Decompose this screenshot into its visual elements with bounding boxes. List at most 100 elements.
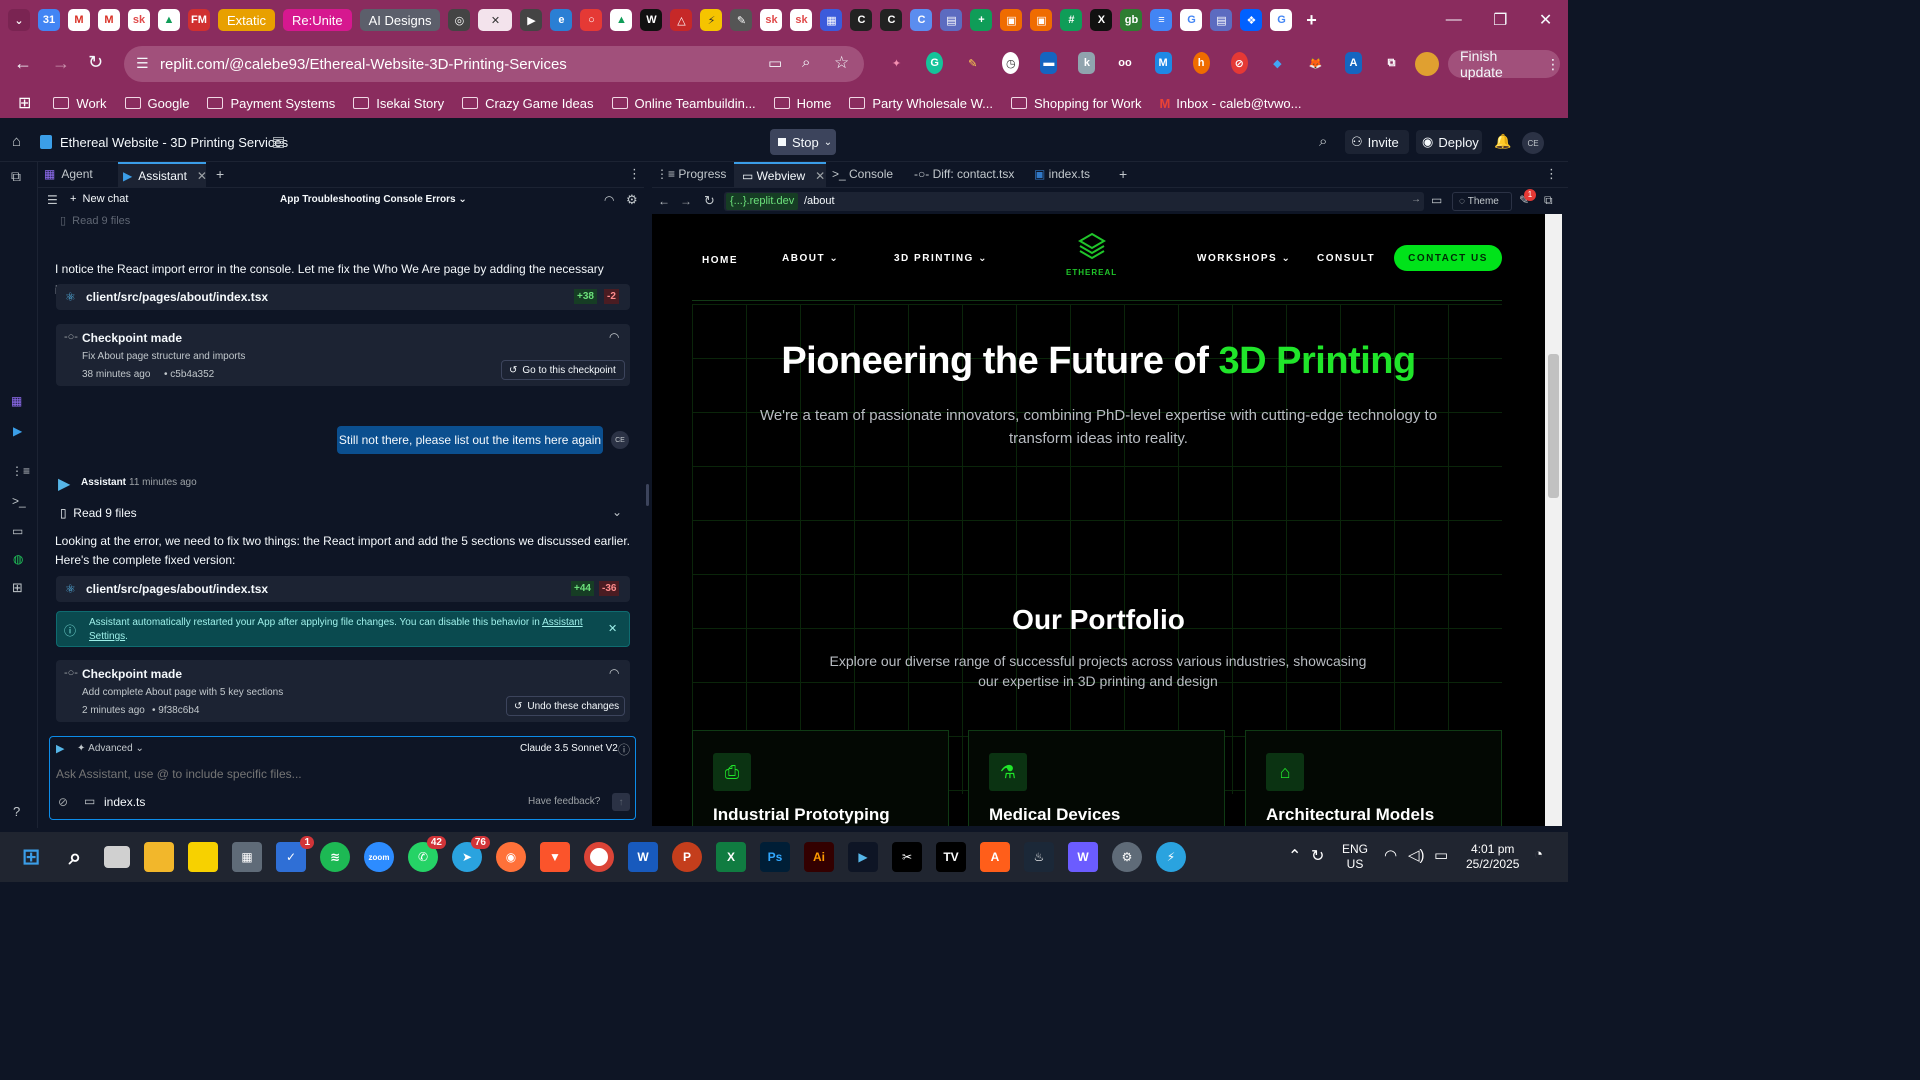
chat-title-dropdown[interactable]: App Troubleshooting Console Errors ⌄ xyxy=(280,194,467,205)
tab-icon-circle[interactable]: C xyxy=(850,9,873,31)
tab-icon-dropbox[interactable]: ❖ xyxy=(1240,9,1263,31)
tab-reunite[interactable]: Re:Unite xyxy=(283,9,352,31)
ext-fox-icon[interactable]: 🦊 xyxy=(1307,52,1324,74)
close-window-icon[interactable]: ✕ xyxy=(1539,10,1552,30)
bookmark-folder[interactable]: Work xyxy=(53,96,107,111)
console-icon[interactable]: >_ xyxy=(12,494,26,508)
tab-icon-gb[interactable]: gb xyxy=(1120,9,1143,31)
tab-active-replit[interactable]: ✕ xyxy=(478,9,513,31)
bookmark-folder[interactable]: Isekai Story xyxy=(353,96,444,111)
tab-icon-openai[interactable]: ◎ xyxy=(448,9,471,31)
site-info-icon[interactable]: ☰ xyxy=(136,55,149,72)
tab-icon-drive-2[interactable]: ▲ xyxy=(610,9,633,31)
settings-gear-icon[interactable]: ⚙ xyxy=(1112,842,1142,872)
user-avatar[interactable]: CE xyxy=(1522,132,1544,154)
spotify-icon[interactable]: ≋ xyxy=(320,842,350,872)
wifi-icon[interactable]: ◠ xyxy=(1384,846,1397,864)
rollback-icon[interactable]: ◠ xyxy=(609,666,619,680)
task-view-icon[interactable] xyxy=(104,846,130,868)
apps-grid-icon[interactable]: ⊞ xyxy=(18,93,31,113)
tab-icon-google-2[interactable]: G xyxy=(1270,9,1293,31)
tab-icon-forms[interactable]: ▤ xyxy=(940,9,963,31)
tab-icon-gmail-2[interactable]: M xyxy=(98,9,120,31)
tab-icon-drive[interactable]: ▲ xyxy=(158,9,180,31)
nav-workshops[interactable]: WORKSHOPS ⌄ xyxy=(1197,253,1291,264)
ext-m-icon[interactable]: M xyxy=(1154,52,1172,74)
ethereal-logo[interactable]: ETHEREAL xyxy=(1064,232,1120,280)
notification-center-icon[interactable]: ◔ xyxy=(1534,846,1543,863)
tab-icon-sk-2[interactable]: sk xyxy=(760,9,783,31)
tab-icon-gmail[interactable]: M xyxy=(68,9,90,31)
dismiss-notice-icon[interactable]: ✕ xyxy=(608,622,617,635)
advanced-dropdown[interactable]: ✦ Advanced ⌄ xyxy=(77,743,144,754)
tab-icon-fm[interactable]: FM xyxy=(188,9,210,31)
tab-assistant[interactable]: ▶ Assistant ✕ xyxy=(118,162,207,188)
feedback-link[interactable]: Have feedback? xyxy=(528,796,600,807)
stop-button[interactable]: Stop ⌄ xyxy=(770,129,836,155)
tab-icon-warning[interactable]: △ xyxy=(670,9,693,31)
tab-icon-dark[interactable]: W xyxy=(640,9,663,31)
photoshop-icon[interactable]: Ps xyxy=(760,842,790,872)
model-info-icon[interactable]: ⓘ xyxy=(618,741,630,758)
illustrator-icon[interactable]: Ai xyxy=(804,842,834,872)
orange-app-icon[interactable]: A xyxy=(980,842,1010,872)
add-tab-icon[interactable]: + xyxy=(216,166,224,182)
attach-paperclip-icon[interactable]: ⊘ xyxy=(58,795,68,809)
forward-icon[interactable]: → xyxy=(52,53,70,74)
ext-clock-icon[interactable]: ◷ xyxy=(1002,52,1020,74)
language-indicator[interactable]: ENG US xyxy=(1342,842,1368,872)
sticky-notes-icon[interactable] xyxy=(188,842,218,872)
add-tab-icon[interactable]: + xyxy=(1119,166,1127,182)
ext-tag-icon[interactable]: ◆ xyxy=(1269,52,1286,74)
tab-icon-sk-3[interactable]: sk xyxy=(790,9,813,31)
blue-app-icon[interactable]: ⚡ xyxy=(1156,842,1186,872)
tab-webview[interactable]: ▭ Webview ✕ xyxy=(734,162,826,188)
tab-icon-orange-2[interactable]: ▣ xyxy=(1030,9,1053,31)
ext-block-icon[interactable]: ⊘ xyxy=(1230,52,1248,74)
bookmark-folder[interactable]: Party Wholesale W... xyxy=(849,96,993,111)
capcut-icon[interactable]: ✂ xyxy=(892,842,922,872)
steam-icon[interactable]: ♨ xyxy=(1024,842,1054,872)
tab-list-icon[interactable]: ⌄ xyxy=(8,9,30,31)
bookmark-folder[interactable]: Shopping for Work xyxy=(1011,96,1141,111)
tab-icon-google[interactable]: G xyxy=(1180,9,1203,31)
webview-icon[interactable]: ▭ xyxy=(12,524,23,538)
tab-icon-red[interactable]: ○ xyxy=(580,9,603,31)
word-icon[interactable]: W xyxy=(628,842,658,872)
start-windows-icon[interactable]: ⊞ xyxy=(16,842,46,872)
progress-icon[interactable]: ⋮≡ xyxy=(11,464,30,478)
go-to-checkpoint-button[interactable]: ↺ Go to this checkpoint xyxy=(501,360,625,380)
firefox-icon[interactable]: ◉ xyxy=(496,842,526,872)
more-options-icon[interactable]: ⋮ xyxy=(628,166,641,182)
bookmark-folder[interactable]: Home xyxy=(773,96,831,111)
open-new-window-icon[interactable]: ⧉ xyxy=(1544,193,1553,208)
devtools-icon[interactable]: ▭ xyxy=(1431,193,1442,207)
zoom-icon[interactable]: zoom xyxy=(364,842,394,872)
all-tools-icon[interactable]: ⊞ xyxy=(12,580,23,596)
webview-scrollbar[interactable] xyxy=(1545,214,1562,826)
tab-icon-orange[interactable]: ▣ xyxy=(1000,9,1023,31)
theme-button[interactable]: ◌ Theme xyxy=(1452,192,1512,211)
checkpoint-history-icon[interactable]: ◠ xyxy=(604,193,614,207)
tab-icon-play[interactable]: ▶ xyxy=(520,9,543,31)
tab-icon-docs[interactable]: ≡ xyxy=(1150,9,1173,31)
chat-history-icon[interactable]: ☰ xyxy=(47,193,58,207)
tradingview-icon[interactable]: TV xyxy=(936,842,966,872)
tab-agent[interactable]: ▦ Agent xyxy=(44,167,93,181)
tab-ai-designs[interactable]: AI Designs xyxy=(359,9,441,31)
rollback-icon[interactable]: ◠ xyxy=(609,330,619,344)
portfolio-card-architectural[interactable]: ⌂ Architectural Models xyxy=(1245,730,1502,826)
clock[interactable]: 4:01 pm 25/2/2025 xyxy=(1466,842,1519,872)
tab-extatic[interactable]: Extatic xyxy=(218,9,276,31)
bookmark-folder[interactable]: Online Teambuildin... xyxy=(611,96,756,111)
home-icon[interactable]: ⌂ xyxy=(12,133,21,150)
go-arrow-icon[interactable]: → xyxy=(1411,194,1421,205)
ext-k-icon[interactable]: k xyxy=(1078,52,1096,74)
help-icon[interactable]: ? xyxy=(13,804,20,819)
cast-icon[interactable]: ▭ xyxy=(768,54,782,72)
file-change-card-1[interactable]: ⚛ client/src/pages/about/index.tsx +38 -… xyxy=(56,284,630,310)
extensions-puzzle-icon[interactable]: ⧉ xyxy=(1383,52,1400,74)
bookmark-folder[interactable]: Payment Systems xyxy=(207,96,335,111)
replit-desktop-icon[interactable]: ▶ xyxy=(848,842,878,872)
omnibox[interactable]: ☰ replit.com/@calebe93/Ethereal-Website-… xyxy=(124,46,864,82)
